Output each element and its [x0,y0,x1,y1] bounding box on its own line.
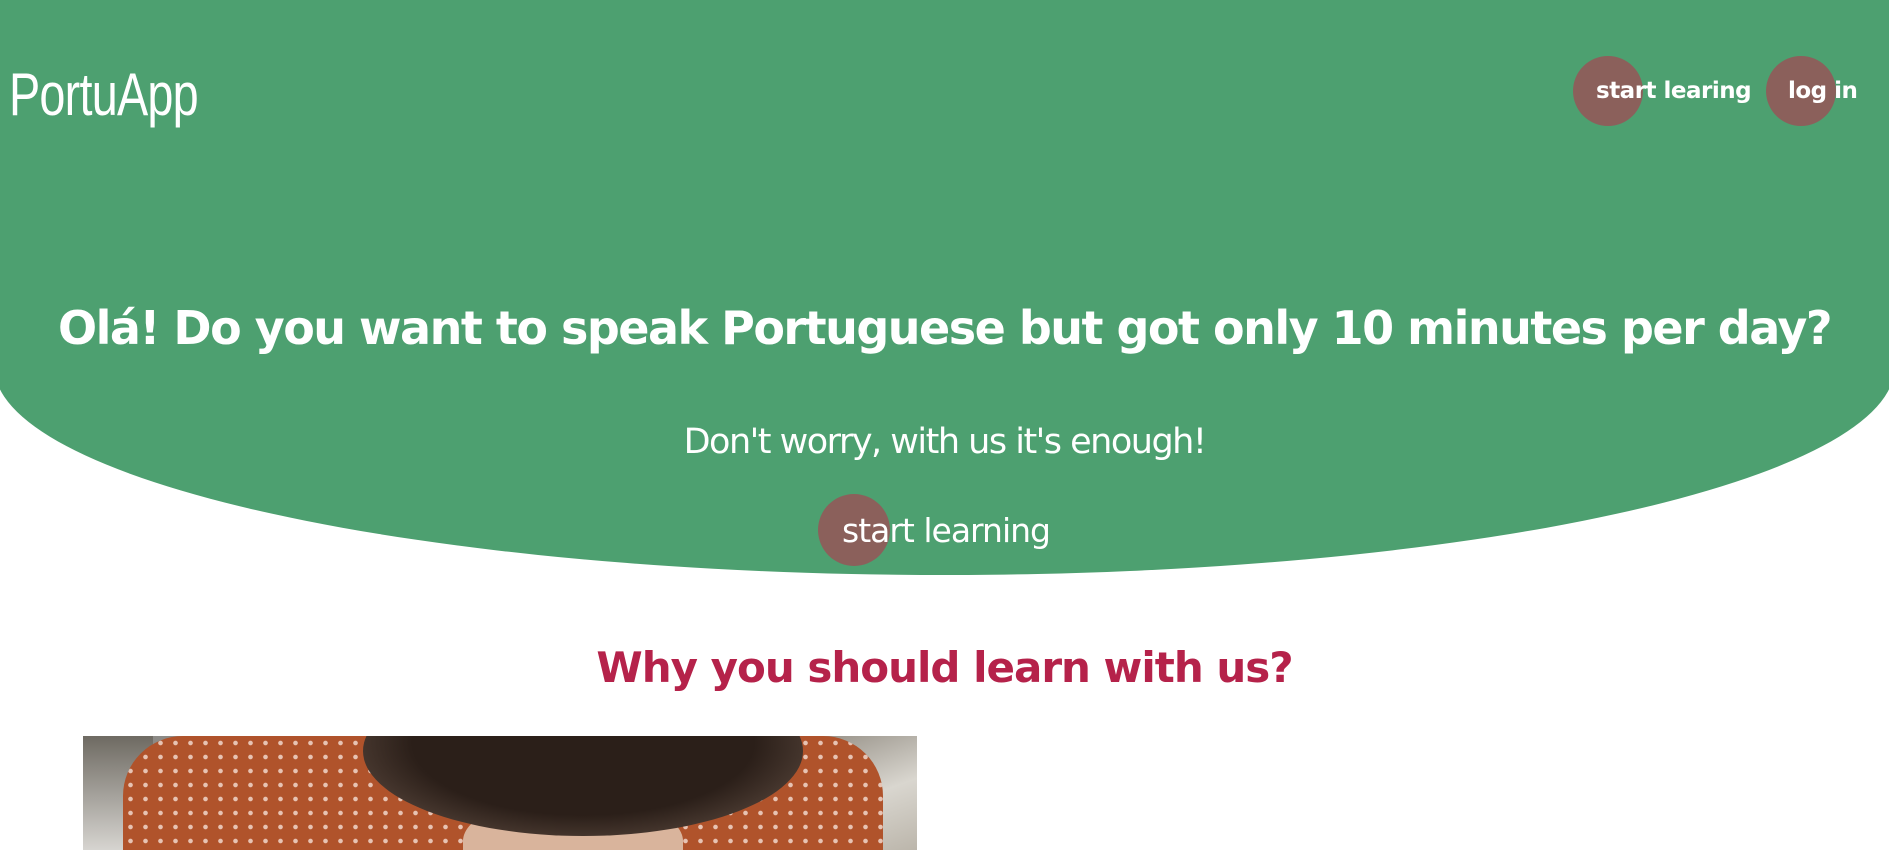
nav-login-button[interactable]: log in [1766,56,1858,126]
hero-subtitle: Don't worry, with us it's enough! [683,422,1207,462]
nav-login-label: log in [1788,78,1858,104]
logo[interactable]: PortuApp [9,60,199,130]
nav-start-learning-label: start learing [1596,78,1752,104]
why-section-heading: Why you should learn with us? [596,643,1293,692]
hero-title: Olá! Do you want to speak Portuguese but… [58,301,1833,355]
learner-photo [83,736,917,850]
hero-start-learning-label: start learning [842,510,1051,550]
nav-start-learning-button[interactable]: start learing [1573,56,1752,126]
hero-start-learning-button[interactable]: start learning [818,494,1051,566]
